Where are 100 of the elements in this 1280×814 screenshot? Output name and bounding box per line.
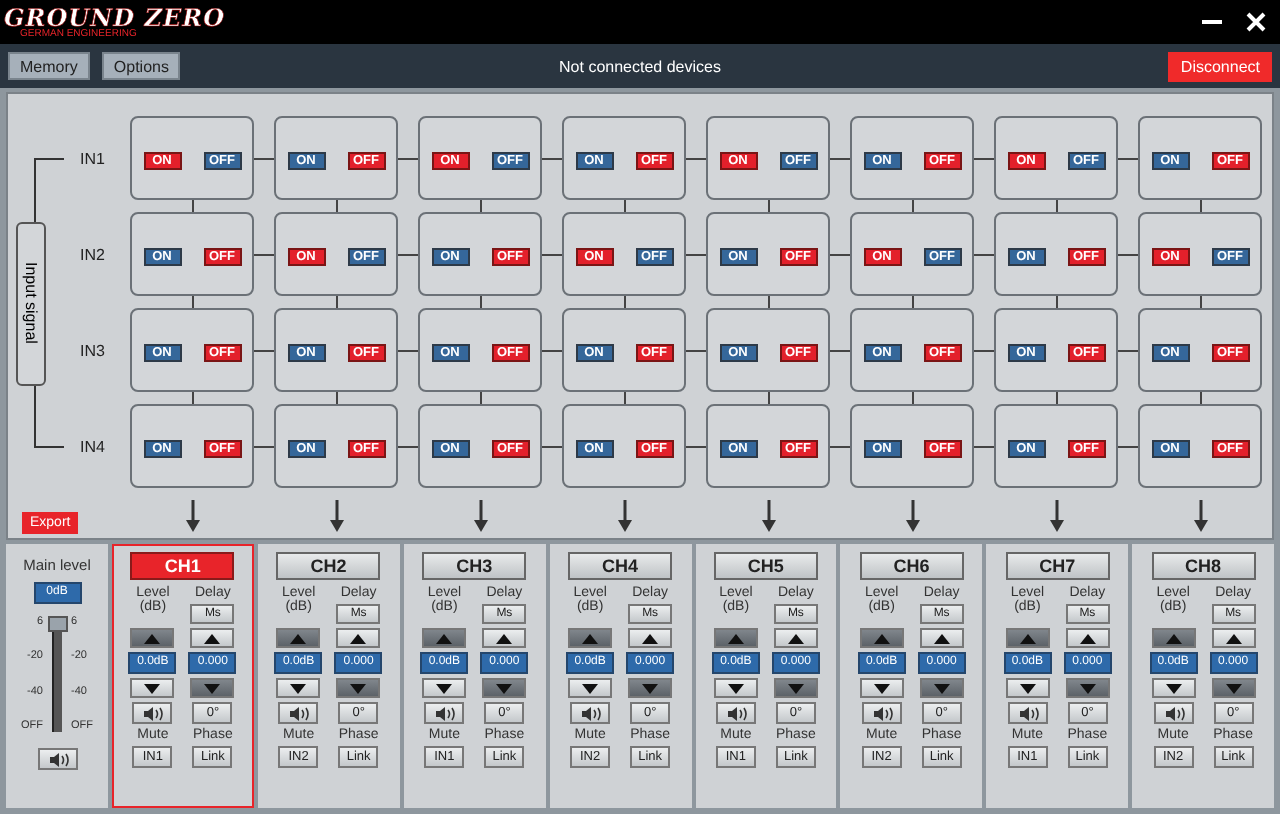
level-down-button[interactable] <box>568 678 613 698</box>
up-triangle-icon <box>436 633 453 643</box>
close-button[interactable] <box>1244 10 1268 34</box>
speaker-icon <box>138 705 167 721</box>
level-up-button[interactable] <box>713 628 758 648</box>
delay-down-button[interactable] <box>190 678 235 698</box>
delay-up-button[interactable] <box>482 628 527 648</box>
delay-down-button[interactable] <box>1065 678 1110 698</box>
close-icon <box>1246 12 1266 32</box>
mute-button[interactable] <box>132 702 173 724</box>
delay-down-button[interactable] <box>773 678 818 698</box>
down-triangle-icon <box>933 683 950 693</box>
connection-status: Not connected devices <box>559 57 721 75</box>
up-triangle-icon <box>204 633 221 643</box>
up-triangle-icon <box>727 633 744 643</box>
channel-tab[interactable]: CH2 <box>276 552 381 580</box>
down-arrow-icon <box>761 500 775 532</box>
delay-up-button[interactable] <box>628 628 673 648</box>
level-up-button[interactable] <box>1005 628 1050 648</box>
down-triangle-icon <box>1165 683 1182 693</box>
down-triangle-icon <box>496 683 513 693</box>
up-triangle-icon <box>787 633 804 643</box>
down-arrow-icon <box>617 500 631 532</box>
down-triangle-icon <box>1225 683 1242 693</box>
down-arrow-icon <box>1193 500 1207 532</box>
up-triangle-icon <box>1019 633 1036 643</box>
mute-button[interactable] <box>424 702 465 724</box>
down-triangle-icon <box>787 683 804 693</box>
delay-down-button[interactable] <box>919 678 964 698</box>
channel-tab[interactable]: CH1 <box>130 552 235 580</box>
logo-text: GROUND ZERO <box>4 5 226 29</box>
level-down-button[interactable] <box>713 678 758 698</box>
level-up-button[interactable] <box>276 628 321 648</box>
level-down-button[interactable] <box>1151 678 1196 698</box>
down-triangle-icon <box>436 683 453 693</box>
down-triangle-icon <box>582 683 599 693</box>
down-triangle-icon <box>642 683 659 693</box>
mute-button[interactable] <box>715 702 756 724</box>
speaker-icon <box>284 705 313 721</box>
mute-button[interactable] <box>37 748 77 770</box>
mute-button[interactable] <box>570 702 611 724</box>
input-label: IN4 <box>78 437 107 455</box>
speaker-icon <box>430 705 459 721</box>
level-down-button[interactable] <box>276 678 321 698</box>
down-triangle-icon <box>350 683 367 693</box>
fader-thumb[interactable] <box>47 616 67 632</box>
delay-up-button[interactable] <box>773 628 818 648</box>
level-up-button[interactable] <box>859 628 904 648</box>
menu-button[interactable]: Memory <box>8 52 90 80</box>
delay-up-button[interactable] <box>1065 628 1110 648</box>
delay-up-button[interactable] <box>336 628 381 648</box>
down-arrow-icon <box>473 500 487 532</box>
delay-up-button[interactable] <box>1211 628 1256 648</box>
down-arrow-icon <box>185 500 199 532</box>
up-triangle-icon <box>1165 633 1182 643</box>
level-up-button[interactable] <box>130 628 175 648</box>
menu-button[interactable]: Options <box>101 52 181 80</box>
delay-down-button[interactable] <box>482 678 527 698</box>
delay-up-button[interactable] <box>919 628 964 648</box>
delay-down-button[interactable] <box>628 678 673 698</box>
mute-button[interactable] <box>1153 702 1194 724</box>
disconnect-button[interactable]: Disconnect <box>1168 51 1272 81</box>
channel-tab[interactable]: CH4 <box>568 552 673 580</box>
delay-down-button[interactable] <box>336 678 381 698</box>
level-up-button[interactable] <box>568 628 613 648</box>
mute-button[interactable] <box>861 702 902 724</box>
level-down-button[interactable] <box>130 678 175 698</box>
down-triangle-icon <box>144 683 161 693</box>
mute-button[interactable] <box>278 702 319 724</box>
mute-button[interactable] <box>1007 702 1048 724</box>
down-arrow-icon <box>905 500 919 532</box>
level-down-button[interactable] <box>1005 678 1050 698</box>
up-triangle-icon <box>933 633 950 643</box>
bracket-line <box>34 385 64 448</box>
input-signal-label: Input signal <box>16 221 46 385</box>
input-label: IN1 <box>78 149 107 167</box>
level-down-button[interactable] <box>859 678 904 698</box>
channel-tab[interactable]: CH8 <box>1151 552 1256 580</box>
input-label: IN3 <box>78 341 107 359</box>
level-down-button[interactable] <box>422 678 467 698</box>
channel-tab[interactable]: CH3 <box>422 552 527 580</box>
channel-tab[interactable]: CH6 <box>859 552 964 580</box>
delay-up-button[interactable] <box>190 628 235 648</box>
up-triangle-icon <box>350 633 367 643</box>
down-triangle-icon <box>727 683 744 693</box>
up-triangle-icon <box>290 633 307 643</box>
delay-down-button[interactable] <box>1211 678 1256 698</box>
down-triangle-icon <box>290 683 307 693</box>
up-triangle-icon <box>1079 633 1096 643</box>
up-triangle-icon <box>144 633 161 643</box>
down-triangle-icon <box>204 683 221 693</box>
down-triangle-icon <box>1079 683 1096 693</box>
main-level-slider[interactable] <box>47 616 67 732</box>
level-up-button[interactable] <box>422 628 467 648</box>
bracket-line <box>34 158 64 221</box>
channel-tab[interactable]: CH5 <box>713 552 818 580</box>
speaker-icon <box>576 705 605 721</box>
channel-tab[interactable]: CH7 <box>1005 552 1110 580</box>
level-up-button[interactable] <box>1151 628 1196 648</box>
down-arrow-icon <box>329 500 343 532</box>
